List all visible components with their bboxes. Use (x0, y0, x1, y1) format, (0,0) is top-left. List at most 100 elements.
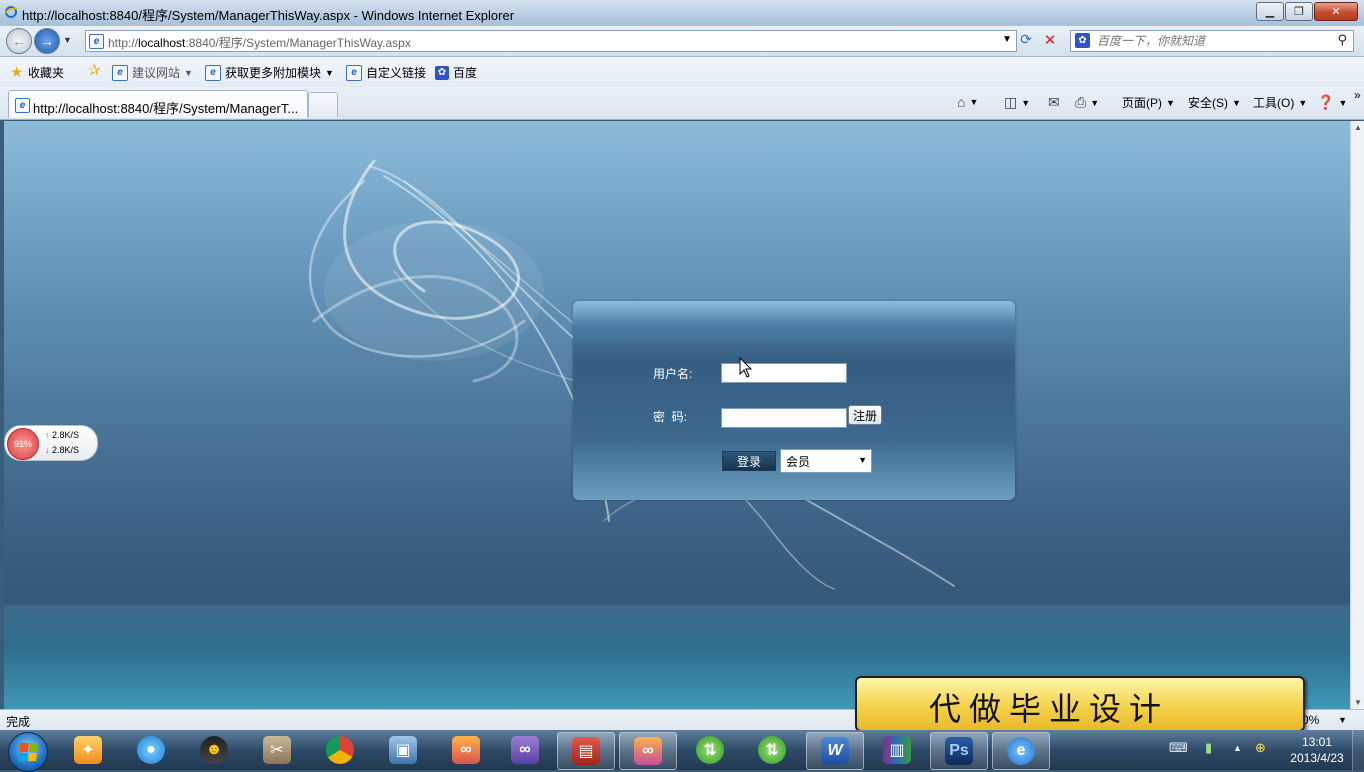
promo-banner: 代做毕业设计 (855, 676, 1305, 732)
fav-item-label: 百度 (453, 66, 478, 80)
fav-item-suggested-sites[interactable]: e 建议网站 ▼ (112, 64, 193, 81)
address-url[interactable]: http://localhost:8840/程序/System/ManagerT… (108, 34, 411, 51)
refresh-icon: ⟳ (1020, 31, 1032, 47)
tools-menu[interactable]: 工具(O) ▼ (1253, 94, 1307, 111)
scroll-up-icon[interactable]: ▲ (1354, 123, 1362, 132)
fav-item-custom-links[interactable]: e 自定义链接 (346, 64, 426, 81)
favorites-star-icon: ★ (10, 63, 24, 81)
stop-button[interactable]: ✕ (1040, 31, 1060, 51)
show-hidden-icons-icon[interactable]: ▲ (1233, 743, 1242, 753)
safety-menu-label: 安全(S) (1188, 96, 1228, 110)
taskbar-app-qq[interactable]: ☻ (186, 732, 242, 768)
taskbar-app-photoshop[interactable]: Ps (930, 732, 988, 770)
taskbar-app-chrome[interactable] (312, 732, 368, 768)
photoshop-icon: Ps (945, 737, 973, 765)
role-select[interactable]: 会员 ▼ (780, 449, 872, 473)
ie-page-icon: e (346, 64, 362, 81)
promo-text: 代做毕业设计 (929, 690, 1170, 728)
baidu-paw-icon: ✿ (1075, 33, 1090, 48)
help-icon: ❓ (1317, 94, 1335, 110)
clock-date: 2013/4/23 (1290, 751, 1344, 765)
double-chevron-icon: » (1354, 88, 1361, 102)
page-menu-label: 页面(P) (1122, 96, 1162, 110)
print-button[interactable]: ⎙ ▼ (1075, 94, 1099, 111)
rss-feed-icon: ◫ (1004, 94, 1018, 110)
feeds-button[interactable]: ◫ ▼ (1004, 94, 1030, 111)
restore-button[interactable]: ❐ (1285, 2, 1313, 21)
system-clock[interactable]: 13:01 2013/4/23 (1286, 734, 1348, 766)
minimize-button[interactable]: ▁ (1256, 2, 1284, 21)
chevron-down-icon: ▼ (1298, 97, 1308, 108)
show-desktop-button[interactable] (1352, 730, 1364, 770)
taskbar-app-photo-viewer[interactable]: ✦ (60, 732, 116, 768)
search-input[interactable] (1095, 33, 1329, 49)
more-commands-button[interactable]: » (1354, 88, 1361, 102)
chrome-icon (326, 736, 354, 764)
address-dropdown-icon[interactable]: ▼ (1002, 34, 1012, 45)
infinity-app-icon: ∞ (452, 736, 480, 764)
minimize-icon: ▁ (1265, 6, 1275, 18)
search-box[interactable]: ✿ ⚲ (1070, 30, 1354, 52)
page-menu[interactable]: 页面(P) ▼ (1122, 94, 1175, 111)
winrar-icon: ▥ (883, 736, 911, 764)
login-button[interactable]: 登录 (722, 451, 776, 471)
keyboard-icon[interactable]: ⌨ (1169, 740, 1188, 756)
mail-icon: ✉ (1048, 94, 1060, 110)
close-window-button[interactable]: ✕ (1314, 2, 1358, 21)
chevron-down-icon: ▼ (1021, 97, 1031, 108)
battery-icon[interactable]: ▮ (1205, 740, 1212, 756)
read-mail-button[interactable]: ✉ (1048, 94, 1060, 111)
taskbar-app-toolbox[interactable]: ▤ (557, 732, 615, 770)
network-speed-widget[interactable]: 91% ↑ 2.8K/S ↓ 2.8K/S (4, 425, 98, 461)
vertical-scrollbar[interactable]: ▲ ▼ (1350, 121, 1364, 709)
chevron-down-icon: ▼ (325, 67, 334, 78)
search-icon[interactable]: ⚲ (1337, 32, 1347, 48)
taskbar-app-ie[interactable]: e (992, 732, 1050, 770)
network-plus-icon[interactable]: ⊕ (1255, 740, 1266, 756)
chevron-down-icon: ▼ (1338, 97, 1348, 108)
register-button[interactable]: 注册 (848, 405, 882, 425)
tab-current[interactable]: e http://localhost:8840/程序/System/Manage… (8, 90, 308, 118)
address-bar[interactable]: e http://localhost:8840/程序/System/Manage… (85, 30, 1017, 52)
taskbar-app-bird[interactable]: ● (123, 732, 179, 768)
recent-pages-dropdown-icon[interactable]: ▼ (63, 35, 72, 45)
taskbar-app-computer[interactable]: ▣ (375, 732, 431, 768)
taskbar-app-vs-active[interactable]: ∞ (619, 732, 677, 770)
zoom-dropdown-icon[interactable]: ▼ (1338, 715, 1347, 725)
forward-button[interactable]: → (34, 28, 60, 54)
back-button[interactable]: ← (6, 28, 32, 54)
vs-infinity-icon: ∞ (511, 736, 539, 764)
home-button[interactable]: ⌂ ▼ (957, 94, 978, 110)
safety-menu[interactable]: 安全(S) ▼ (1188, 94, 1241, 111)
taskbar-app-visual-studio[interactable]: ∞ (438, 732, 494, 768)
taskbar-app-sync2[interactable]: ⇅ (744, 732, 800, 768)
taskbar-app-sync[interactable]: ⇅ (682, 732, 738, 768)
password-label: 密 码: (653, 410, 688, 424)
start-button[interactable] (8, 732, 48, 772)
window-title: http://localhost:8840/程序/System/ManagerT… (22, 8, 515, 23)
word-icon: W (821, 737, 849, 765)
taskbar-app-tools[interactable]: ✂ (249, 732, 305, 768)
add-favorite-button[interactable]: ✰ (88, 63, 106, 78)
taskbar-app-word[interactable]: W (806, 732, 864, 770)
chevron-down-icon: ▼ (1232, 97, 1241, 108)
chevron-down-icon: ▼ (1166, 97, 1175, 108)
home-icon: ⌂ (957, 94, 966, 110)
download-speed-value: 2.8K/S (52, 445, 80, 455)
taskbar-app-vs2010[interactable]: ∞ (497, 732, 553, 768)
help-menu[interactable]: ❓ ▼ (1317, 94, 1347, 111)
scroll-down-icon[interactable]: ▼ (1354, 698, 1362, 707)
favorites-button[interactable]: ★ 收藏夹 (10, 64, 64, 81)
refresh-button[interactable]: ⟳ (1016, 31, 1036, 51)
new-tab-button[interactable] (308, 92, 338, 117)
tools-menu-label: 工具(O) (1253, 96, 1295, 110)
mouse-cursor-icon (739, 357, 753, 378)
taskbar-app-winrar[interactable]: ▥ (869, 732, 925, 768)
chevron-down-icon: ▼ (858, 455, 867, 465)
fav-item-label: 建议网站 (132, 66, 181, 80)
fav-item-baidu[interactable]: ✿ 百度 (435, 64, 477, 81)
password-input[interactable] (721, 408, 847, 428)
sync-icon: ⇅ (696, 736, 724, 764)
upload-arrow-icon: ↑ (45, 430, 50, 440)
fav-item-get-addons[interactable]: e 获取更多附加模块 ▼ (205, 64, 334, 81)
